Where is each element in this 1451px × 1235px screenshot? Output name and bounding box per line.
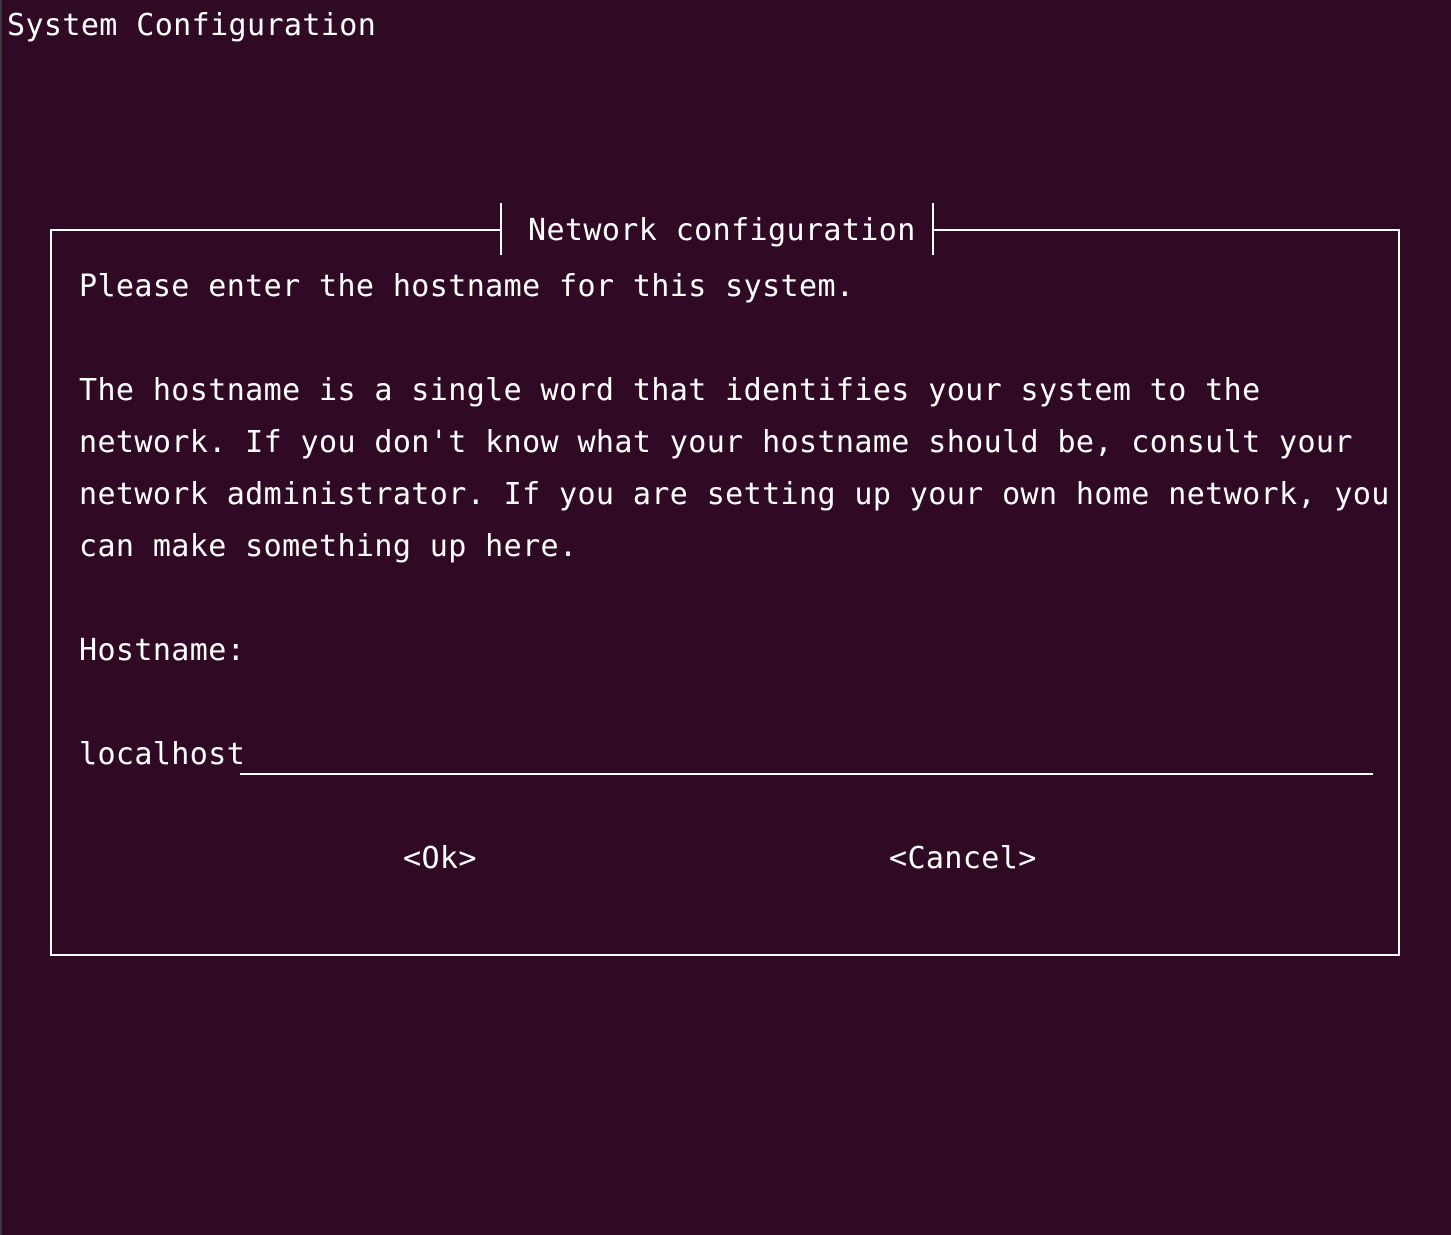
cancel-button[interactable]: <Cancel>: [889, 841, 1037, 877]
hostname-input-underline: [240, 773, 1373, 775]
hostname-label: Hostname:: [79, 633, 246, 668]
dialog-title: Network configuration: [528, 213, 916, 248]
ok-button[interactable]: <Ok>: [403, 841, 477, 877]
window-left-edge: [0, 0, 2, 1235]
hostname-input[interactable]: localhost: [79, 737, 1376, 777]
description-line: network. If you don't know what your hos…: [79, 425, 1353, 460]
dialog-title-frame: Network configuration: [500, 203, 934, 255]
dialog-prompt: Please enter the hostname for this syste…: [79, 269, 855, 304]
description-line: network administrator. If you are settin…: [79, 477, 1390, 512]
hostname-input-value[interactable]: localhost: [79, 737, 245, 773]
screen-title: System Configuration: [7, 8, 377, 43]
description-line: The hostname is a single word that ident…: [79, 373, 1261, 408]
network-config-dialog: Network configuration Please enter the h…: [50, 203, 1400, 956]
description-line: can make something up here.: [79, 529, 578, 564]
